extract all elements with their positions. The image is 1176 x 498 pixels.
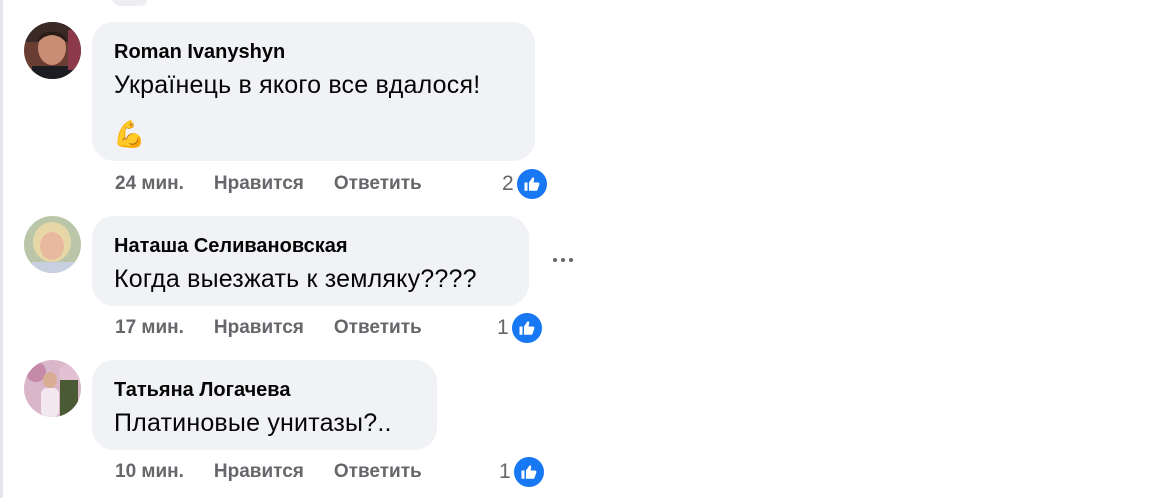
- more-options-icon[interactable]: [548, 250, 578, 270]
- comment-text: Українець в якого все вдалося!: [114, 71, 481, 99]
- comment-author[interactable]: Татьяна Логачева: [114, 378, 415, 402]
- reaction-count: 2: [502, 172, 514, 195]
- comment-bubble: Татьяна Логачева Платиновые унитазы?..: [92, 360, 437, 450]
- avatar[interactable]: [24, 216, 81, 273]
- reaction-summary[interactable]: 1: [499, 455, 546, 489]
- reaction-summary[interactable]: 1: [497, 311, 544, 345]
- comment-author[interactable]: Roman Ivanyshyn: [114, 40, 513, 64]
- flexed-biceps-emoji-icon: 💪: [113, 119, 146, 149]
- comment-actions: 10 мин. Нравится Ответить: [115, 457, 422, 487]
- thumbs-up-icon: [511, 455, 546, 489]
- comment-actions: 17 мин. Нравится Ответить: [115, 313, 422, 343]
- reaction-summary[interactable]: 2: [502, 167, 549, 201]
- previous-reaction-stub: [112, 0, 148, 6]
- reply-button[interactable]: Ответить: [334, 173, 422, 195]
- avatar[interactable]: [24, 22, 81, 79]
- reaction-count: 1: [497, 316, 509, 339]
- like-button[interactable]: Нравится: [214, 317, 304, 339]
- comment-actions: 24 мин. Нравится Ответить: [115, 169, 422, 199]
- comment-bubble: Roman Ivanyshyn Українець в якого все вд…: [92, 22, 535, 161]
- comment-bubble: Наташа Селивановская Когда выезжать к зе…: [92, 216, 529, 306]
- reaction-count: 1: [499, 460, 511, 483]
- comment-time[interactable]: 17 мин.: [115, 317, 184, 339]
- comment-author[interactable]: Наташа Селивановская: [114, 234, 507, 258]
- like-button[interactable]: Нравится: [214, 461, 304, 483]
- reply-button[interactable]: Ответить: [334, 461, 422, 483]
- avatar[interactable]: [24, 360, 81, 417]
- comment-text: Платиновые унитазы?..: [114, 409, 392, 437]
- thread-divider: [0, 0, 3, 498]
- reply-button[interactable]: Ответить: [334, 317, 422, 339]
- comment-text: Когда выезжать к земляку????: [114, 265, 477, 293]
- comment-time[interactable]: 10 мин.: [115, 461, 184, 483]
- thumbs-up-icon: [509, 311, 544, 345]
- thumbs-up-icon: [514, 167, 549, 201]
- comment-time[interactable]: 24 мин.: [115, 173, 184, 195]
- like-button[interactable]: Нравится: [214, 173, 304, 195]
